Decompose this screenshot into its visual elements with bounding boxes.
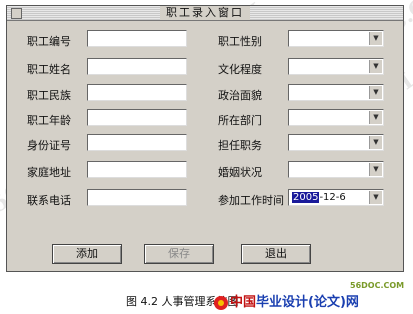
- site-tag: 56DOC.COM: [350, 281, 405, 290]
- department-select[interactable]: ▼: [288, 109, 384, 126]
- ethnicity-input[interactable]: [87, 84, 187, 101]
- logo-mark-icon: [214, 295, 228, 310]
- label-employee-id: 职工编号: [27, 35, 71, 48]
- position-select[interactable]: ▼: [288, 134, 384, 151]
- chevron-down-icon[interactable]: ▼: [369, 191, 382, 204]
- label-education: 文化程度: [218, 63, 262, 76]
- label-ethnicity: 职工民族: [27, 89, 71, 102]
- chevron-down-icon[interactable]: ▼: [369, 86, 382, 99]
- label-id-card: 身份证号: [27, 139, 71, 152]
- marital-status-select[interactable]: ▼: [288, 161, 384, 178]
- political-status-select[interactable]: ▼: [288, 84, 384, 101]
- employee-name-input[interactable]: [87, 58, 187, 75]
- chevron-down-icon[interactable]: ▼: [369, 136, 382, 149]
- label-start-date: 参加工作时间: [218, 194, 284, 207]
- label-home-address: 家庭地址: [27, 166, 71, 179]
- phone-input[interactable]: [87, 189, 187, 206]
- chevron-down-icon[interactable]: ▼: [369, 60, 382, 73]
- close-box-icon[interactable]: [11, 8, 22, 19]
- label-marital-status: 婚姻状况: [218, 166, 262, 179]
- title-bar[interactable]: 职工录入窗口: [7, 6, 403, 21]
- start-date-year: 2005: [292, 192, 320, 203]
- logo-rest-text: 毕业设计(论文)网: [256, 295, 359, 310]
- label-political-status: 政治面貌: [218, 89, 262, 102]
- start-date-picker[interactable]: 2005-12-6 ▼: [288, 189, 384, 206]
- exit-button[interactable]: 退出: [241, 244, 311, 264]
- label-phone: 联系电话: [27, 194, 71, 207]
- label-gender: 职工性别: [218, 35, 262, 48]
- site-logo: 中国毕业设计(论文)网: [214, 291, 359, 310]
- chevron-down-icon[interactable]: ▼: [369, 32, 382, 45]
- chevron-down-icon[interactable]: ▼: [369, 111, 382, 124]
- education-select[interactable]: ▼: [288, 58, 384, 75]
- save-button[interactable]: 保存: [144, 244, 214, 264]
- label-age: 职工年龄: [27, 114, 71, 127]
- label-employee-name: 职工姓名: [27, 63, 71, 76]
- label-department: 所在部门: [218, 114, 262, 127]
- chevron-down-icon[interactable]: ▼: [369, 163, 382, 176]
- age-input[interactable]: [87, 109, 187, 126]
- logo-china-text: 中国: [230, 295, 257, 310]
- gender-select[interactable]: ▼: [288, 30, 384, 47]
- employee-entry-window: 职工录入窗口 职工编号 职工姓名 职工民族 职工年龄 身份证号 家庭地址 联系电…: [6, 5, 404, 272]
- home-address-input[interactable]: [87, 161, 187, 178]
- window-title: 职工录入窗口: [160, 6, 250, 20]
- start-date-rest: -12-6: [319, 192, 346, 203]
- add-button[interactable]: 添加: [52, 244, 122, 264]
- employee-id-input[interactable]: [87, 30, 187, 47]
- id-card-input[interactable]: [87, 134, 187, 151]
- label-position: 担任职务: [218, 139, 262, 152]
- figure-caption: 图 4.2 人事管理系统图 中国毕业设计(论文)网: [0, 290, 413, 312]
